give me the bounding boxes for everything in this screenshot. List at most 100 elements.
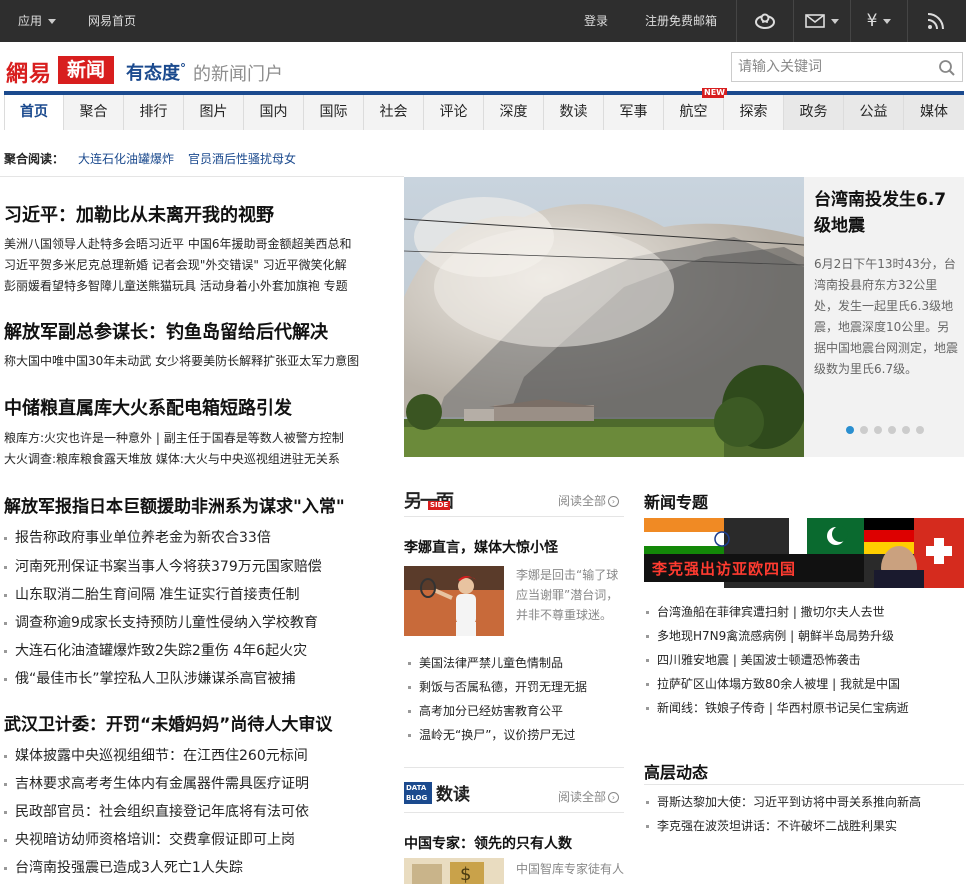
aggregate-link[interactable]: 大连石化油罐爆炸 xyxy=(78,152,174,166)
nav-aviation[interactable]: 航空 NEW xyxy=(664,88,727,130)
read-all-link[interactable]: 阅读全部 › xyxy=(558,788,620,805)
user-menu[interactable] xyxy=(737,0,793,42)
news-list-item[interactable]: 央视暗访幼师资格培训：交费拿假证即可上岗 xyxy=(4,829,295,849)
news-list-item[interactable]: 大连石化油渣罐爆炸致2失踪2重伤 4年6起火灾 xyxy=(4,640,307,660)
netease-logo[interactable]: 網易 xyxy=(6,56,52,88)
topics-banner-text: 李克强出访亚欧四国 xyxy=(652,560,797,578)
nav-home[interactable]: 首页 xyxy=(4,95,64,130)
finance-menu[interactable]: ¥ xyxy=(851,0,907,42)
headline-link[interactable]: 武汉卫计委：开罚“未婚妈妈”尚待人大审议 xyxy=(4,710,332,735)
read-all-label: 阅读全部 xyxy=(558,494,607,508)
datablog-logo[interactable]: DATA BLOG 数读 xyxy=(404,780,474,806)
slide-dot[interactable] xyxy=(860,426,868,434)
nav-photos[interactable]: 图片 xyxy=(184,95,244,130)
apps-label: 应用 xyxy=(18,14,43,28)
headline-link[interactable]: 解放军副总参谋长：钓鱼岛留给后代解决 xyxy=(4,318,328,344)
search-icon[interactable] xyxy=(938,59,956,77)
news-list-item[interactable]: 山东取消二胎生育间隔 准生证实行首接责任制 xyxy=(4,584,299,604)
headline-link[interactable]: 习近平：加勒比从未离开我的视野 xyxy=(4,201,274,227)
chevron-down-icon xyxy=(831,18,839,24)
nav-media[interactable]: 媒体 xyxy=(904,95,964,130)
slide-dot[interactable] xyxy=(916,426,924,434)
search-input[interactable] xyxy=(732,53,927,81)
leader-news-item[interactable]: 李克强在波茨坦讲话：不许破坏二战胜利果实 xyxy=(646,817,897,834)
arrow-right-icon: › xyxy=(608,792,620,803)
leader-news-item[interactable]: 哥斯达黎加大使：习近平到访将中哥关系推向新高 xyxy=(646,793,921,810)
slideshow-caption: 台湾南投发生6.7级地震 6月2日下午13时43分，台湾南投县府东方32公里处，… xyxy=(804,177,964,457)
nav-aggregate[interactable]: 聚合 xyxy=(64,95,124,130)
mail-menu[interactable] xyxy=(794,0,850,42)
news-list-item[interactable]: 媒体披露中央巡视组细节：在江西住260元标间 xyxy=(4,745,308,765)
nav-domestic[interactable]: 国内 xyxy=(244,95,304,130)
slideshow-image[interactable] xyxy=(404,177,804,457)
rss-link[interactable] xyxy=(908,0,964,42)
rss-icon xyxy=(927,13,944,30)
topic-list-item[interactable]: 多地现H7N9禽流感病例 | 朝鲜半岛局势升级 xyxy=(646,627,894,644)
sub-news-line[interactable]: 彭丽媛看望特多智障儿童送熊猫玩具 活动身着小外套加旗袍 专题 xyxy=(4,277,348,294)
news-logo[interactable]: 新闻 xyxy=(58,56,114,84)
nav-international[interactable]: 国际 xyxy=(304,95,364,130)
news-list-item[interactable]: 民政部官员：社会组织直接登记年底将有法可依 xyxy=(4,801,309,821)
nav-explore[interactable]: 探索 xyxy=(724,95,784,130)
news-list-item[interactable]: 剩饭与否属私德，开罚无理无据 xyxy=(408,678,587,695)
topic-list-item[interactable]: 台湾渔船在菲律宾遭扫射 | 撒切尔夫人去世 xyxy=(646,603,885,620)
search-box xyxy=(731,52,963,82)
apps-menu[interactable]: 应用 xyxy=(18,0,57,42)
topic-list-item[interactable]: 新闻线：铁娘子传奇 | 华西村原书记吴仁宝病逝 xyxy=(646,699,909,716)
sub-news-line[interactable]: 粮库方:火灾也许是一种意外 | 副主任于国春是等数人被警方控制 xyxy=(4,429,344,446)
login-link[interactable]: 登录 xyxy=(584,0,608,42)
nav-charity[interactable]: 公益 xyxy=(844,95,904,130)
top-bar: 应用 网易首页 登录 注册免费邮箱 ¥ xyxy=(0,0,966,42)
news-list-item[interactable]: 台湾南投强震已造成3人死亡1人失踪 xyxy=(4,857,243,877)
sub-news-line[interactable]: 美洲八国领导人赴特多会晤习近平 中国6年援助哥金额超美西总和 xyxy=(4,235,351,252)
nav-datablog[interactable]: 数读 xyxy=(544,95,604,130)
news-list-item[interactable]: 调查称逾9成家长支持预防儿童性侵纳入学校教育 xyxy=(4,612,318,632)
news-list-item[interactable]: 美国法律严禁儿童色情制品 xyxy=(408,654,563,671)
sub-news-line[interactable]: 称大国中唯中国30年未动武 女少将要美防长解释扩张亚太军力意图 xyxy=(4,352,359,369)
slide-dot[interactable] xyxy=(846,426,854,434)
nav-government[interactable]: 政务 xyxy=(784,95,844,130)
headline-link[interactable]: 解放军报指日本巨额援助非洲系为谋求"入常" xyxy=(4,492,345,517)
news-list-item[interactable]: 报告称政府事业单位养老金为新农合33倍 xyxy=(4,527,271,547)
linmian-headline[interactable]: 李娜直言，媒体大惊小怪 xyxy=(404,537,558,557)
datablog-logo-box: DATA BLOG xyxy=(404,782,432,804)
leaders-title[interactable]: 高层动态 xyxy=(644,759,708,783)
nav-comment[interactable]: 评论 xyxy=(424,95,484,130)
headline-link[interactable]: 中储粮直属库大火系配电箱短路引发 xyxy=(4,394,292,420)
user-icon xyxy=(755,13,775,29)
datablog-thumbnail[interactable]: $ xyxy=(404,858,504,884)
register-mail-link[interactable]: 注册免费邮箱 xyxy=(645,0,717,42)
topics-title[interactable]: 新闻专题 xyxy=(644,489,708,513)
nav-society[interactable]: 社会 xyxy=(364,95,424,130)
news-list-item[interactable]: 河南死刑保证书案当事人今将获379万元国家赔偿 xyxy=(4,556,322,576)
sub-news-line[interactable]: 大火调查:粮库粮食露天堆放 媒体:大火与中央巡视组进驻无关系 xyxy=(4,450,340,467)
linmian-summary: 李娜是回击“输了球应当谢罪”潜台词，并非不尊重球迷。 xyxy=(516,568,619,622)
datablog-headline[interactable]: 中国专家：领先的只有人数 xyxy=(404,833,572,853)
news-list-item[interactable]: 俄“最佳市长”掌控私人卫队涉嫌谋杀高官被捕 xyxy=(4,668,296,688)
linmian-logo[interactable]: 另一面 SIDE xyxy=(404,487,462,512)
aggregate-link[interactable]: 官员酒后性骚扰母女 xyxy=(188,152,296,166)
nav-depth[interactable]: 深度 xyxy=(484,95,544,130)
tennis-photo xyxy=(404,566,504,636)
news-list-item[interactable]: 高考加分已经妨害教育公平 xyxy=(408,702,563,719)
topic-list-item[interactable]: 四川雅安地震 | 美国波士顿遭恐怖袭击 xyxy=(646,651,861,668)
slide-dot[interactable] xyxy=(874,426,882,434)
money-photo: $ xyxy=(404,858,504,884)
topics-banner[interactable]: 李克强出访亚欧四国 xyxy=(644,518,964,588)
slide-dot[interactable] xyxy=(902,426,910,434)
nav-ranking[interactable]: 排行 xyxy=(124,95,184,130)
news-list-item[interactable]: 温岭无“换尸”，议价捞尸无过 xyxy=(408,726,575,743)
slideshow-description: 6月2日下午13时43分，台湾南投县府东方32公里处，发生一起里氏6.3级地震，… xyxy=(814,257,959,376)
slideshow-title[interactable]: 台湾南投发生6.7级地震 xyxy=(814,187,960,239)
sub-news-line[interactable]: 习近平贺多米尼克总理新婚 记者会现"外交错误" 习近平微笑化解 xyxy=(4,256,347,273)
slogan-bold: 有态度° xyxy=(126,59,186,85)
slide-dot[interactable] xyxy=(888,426,896,434)
news-list-item[interactable]: 吉林要求高考考生体内有金属器件需具医疗证明 xyxy=(4,773,309,793)
read-all-link[interactable]: 阅读全部 › xyxy=(558,492,620,509)
nav-military[interactable]: 军事 xyxy=(604,95,664,130)
linmian-thumbnail[interactable] xyxy=(404,566,504,636)
netease-home-link[interactable]: 网易首页 xyxy=(88,0,136,42)
topic-list-item[interactable]: 拉萨矿区山体塌方致80余人被埋 | 我就是中国 xyxy=(646,675,900,692)
logo-row: 網易 新闻 有态度° 的新闻门户 xyxy=(0,42,966,92)
datablog-summary: 中国智库专家徒有人 xyxy=(516,862,625,876)
